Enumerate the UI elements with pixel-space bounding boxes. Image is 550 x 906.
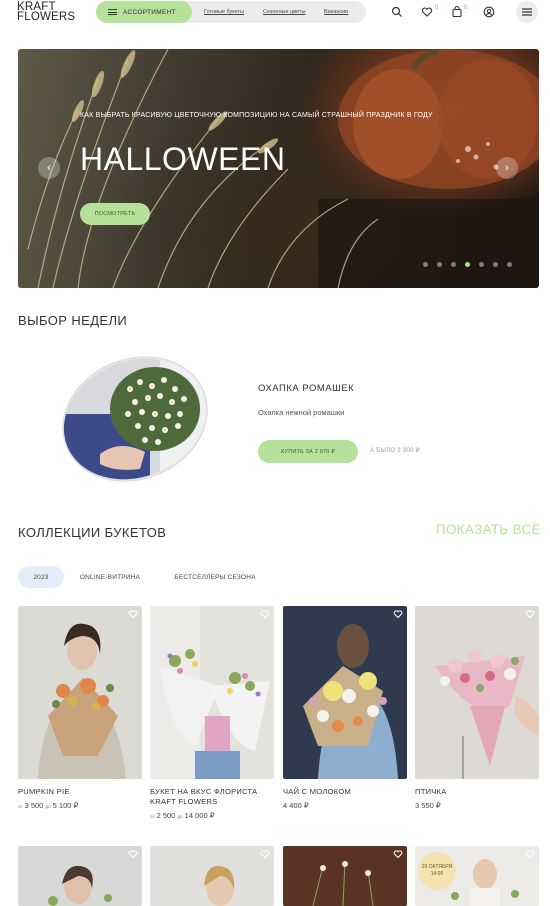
week-product-name[interactable]: ОХАПКА РОМАШЕК bbox=[258, 383, 354, 394]
product-price: от 2 500 до 14 000 ₽ bbox=[150, 811, 274, 820]
hero-prev-button[interactable]: ‹ bbox=[38, 157, 60, 179]
assortment-label: АССОРТИМЕНТ bbox=[123, 8, 176, 16]
nav-link-seasonal-flowers[interactable]: Сезонные цветы bbox=[263, 9, 305, 15]
chevron-right-icon: › bbox=[505, 162, 509, 174]
nav-link-vacancies[interactable]: Вакансии bbox=[324, 9, 348, 15]
product-image[interactable] bbox=[18, 846, 142, 906]
heart-icon[interactable] bbox=[393, 849, 403, 859]
product-name[interactable]: PUMPKIN PIE bbox=[18, 787, 142, 797]
week-product-image[interactable] bbox=[60, 354, 210, 484]
main-nav: АССОРТИМЕНТ Готовые букеты Сезонные цвет… bbox=[96, 1, 366, 23]
pagination-dot[interactable] bbox=[437, 262, 442, 267]
product-image[interactable] bbox=[283, 846, 407, 906]
tab-2023[interactable]: 2023 bbox=[18, 566, 64, 588]
pagination-dot[interactable] bbox=[493, 262, 498, 267]
product-image[interactable] bbox=[150, 606, 274, 779]
product-card[interactable]: ЧАЙ С МОЛОКОМ 4 400 ₽ bbox=[283, 606, 407, 810]
product-photo bbox=[150, 606, 274, 779]
heart-icon[interactable] bbox=[525, 849, 535, 859]
buy-button[interactable]: КУПИТЬ ЗА 2 970 ₽ bbox=[258, 440, 358, 463]
nav-link-ready-bouquets[interactable]: Готовые букеты bbox=[204, 9, 244, 15]
heart-icon[interactable] bbox=[128, 849, 138, 859]
price-from-label: от bbox=[18, 804, 23, 809]
hero-view-button[interactable]: ПОСМОТРЕТЬ bbox=[80, 203, 150, 225]
hero-next-button[interactable]: › bbox=[496, 157, 518, 179]
week-product-description: Охапка нежной ромашки bbox=[258, 408, 345, 417]
price-to: 5 100 ₽ bbox=[52, 801, 79, 810]
product-photo bbox=[283, 606, 407, 779]
user-icon[interactable] bbox=[483, 6, 495, 18]
product-price: 3 550 ₽ bbox=[415, 801, 441, 810]
product-price: 4 400 ₽ bbox=[283, 801, 309, 810]
product-image[interactable] bbox=[415, 606, 539, 779]
product-photo bbox=[18, 846, 142, 906]
heart-icon[interactable] bbox=[260, 849, 270, 859]
old-price: А БЫЛО 3 300 ₽ bbox=[370, 448, 420, 454]
product-name[interactable]: ЧАЙ С МОЛОКОМ bbox=[283, 787, 407, 797]
product-photo bbox=[150, 846, 274, 906]
heart-icon[interactable] bbox=[421, 6, 433, 18]
heart-icon[interactable] bbox=[525, 609, 535, 619]
menu-icon bbox=[522, 8, 532, 16]
logo[interactable]: KRAFT FLOWERS bbox=[17, 1, 76, 23]
price-from-label: от bbox=[150, 814, 155, 819]
price-from: 3 500 bbox=[24, 801, 44, 810]
product-image[interactable] bbox=[283, 606, 407, 779]
tab-online-showcase[interactable]: ONLINE-ВИТРИНА bbox=[72, 566, 148, 588]
product-name[interactable]: ПТИЧКА bbox=[415, 787, 539, 797]
week-section-title: ВЫБОР НЕДЕЛИ bbox=[18, 313, 128, 328]
price-from: 2 500 bbox=[156, 811, 176, 820]
menu-icon bbox=[108, 9, 117, 15]
pagination-dot[interactable] bbox=[451, 262, 456, 267]
date-badge: 29 ОКТЯБРЯ 14:00 bbox=[418, 852, 456, 890]
heart-icon[interactable] bbox=[260, 609, 270, 619]
product-price: от 3 500 до 5 100 ₽ bbox=[18, 801, 142, 810]
product-image[interactable] bbox=[18, 606, 142, 779]
price-to-label: до bbox=[177, 814, 183, 819]
product-card[interactable]: ПТИЧКА 3 550 ₽ bbox=[415, 606, 539, 810]
show-all-link[interactable]: ПОКАЗАТЬ ВСЁ bbox=[436, 522, 541, 537]
tab-bestsellers[interactable]: БЕСТСЕЛЛЕРЫ СЕЗОНА bbox=[164, 566, 266, 588]
product-image[interactable] bbox=[150, 846, 274, 906]
pagination-dot[interactable] bbox=[479, 262, 484, 267]
product-card[interactable]: PUMPKIN PIE от 3 500 до 5 100 ₽ bbox=[18, 606, 142, 810]
product-photo bbox=[18, 606, 142, 779]
product-card[interactable]: БУКЕТ НА ВКУС ФЛОРИСТА KRAFT FLOWERS от … bbox=[150, 606, 274, 820]
assortment-button[interactable]: АССОРТИМЕНТ bbox=[96, 1, 192, 23]
search-icon[interactable] bbox=[391, 6, 403, 18]
logo-line2: FLOWERS bbox=[17, 11, 76, 23]
product-name[interactable]: БУКЕТ НА ВКУС ФЛОРИСТА KRAFT FLOWERS bbox=[150, 787, 274, 807]
pagination-dot[interactable] bbox=[465, 262, 470, 267]
pagination-dot[interactable] bbox=[507, 262, 512, 267]
product-photo bbox=[415, 606, 539, 779]
heart-icon[interactable] bbox=[393, 609, 403, 619]
price-to-label: до bbox=[45, 804, 51, 809]
cart-icon[interactable] bbox=[451, 6, 463, 18]
product-photo bbox=[283, 846, 407, 906]
pagination-dot[interactable] bbox=[423, 262, 428, 267]
hero-subtitle: КАК ВЫБРАТЬ КРАСИВУЮ ЦВЕТОЧНУЮ КОМПОЗИЦИ… bbox=[80, 112, 433, 119]
hero-title: HALLOWEEN bbox=[80, 141, 286, 177]
favorites-count: 0 bbox=[435, 5, 439, 11]
hero-slider: КАК ВЫБРАТЬ КРАСИВУЮ ЦВЕТОЧНУЮ КОМПОЗИЦИ… bbox=[18, 49, 539, 288]
chevron-left-icon: ‹ bbox=[47, 162, 51, 174]
hero-pagination bbox=[423, 262, 512, 267]
heart-icon[interactable] bbox=[128, 609, 138, 619]
collections-section-title: КОЛЛЕКЦИИ БУКЕТОВ bbox=[18, 525, 167, 540]
cart-count: 0 bbox=[464, 5, 468, 11]
price-to: 14 000 ₽ bbox=[184, 811, 215, 820]
burger-menu-button[interactable] bbox=[516, 1, 538, 23]
product-image[interactable]: 29 ОКТЯБРЯ 14:00 bbox=[415, 846, 539, 906]
site-header: KRAFT FLOWERS АССОРТИМЕНТ Готовые букеты… bbox=[0, 0, 550, 26]
